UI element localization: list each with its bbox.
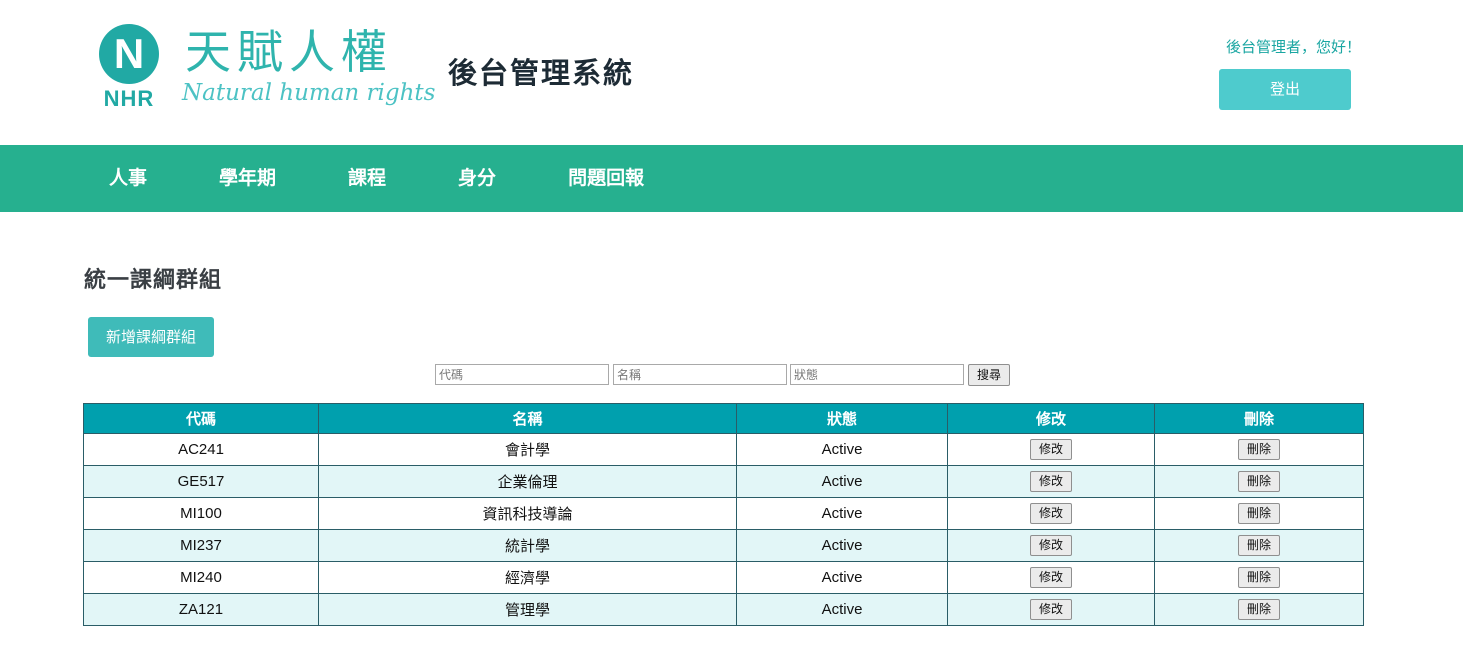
cell-name: 經濟學 [318,561,737,594]
logo-n-icon: N [99,24,159,84]
cell-code: ZA121 [83,593,319,626]
column-header-status[interactable]: 狀態 [736,403,948,434]
cell-name: 資訊科技導論 [318,497,737,530]
table-row: MI240 經濟學 Active 修改 刪除 [83,561,1364,594]
delete-button[interactable]: 刪除 [1238,439,1280,460]
cell-code: GE517 [83,465,319,498]
table-row: MI100 資訊科技導論 Active 修改 刪除 [83,497,1364,530]
page-title: 統一課綱群組 [84,268,223,293]
delete-button[interactable]: 刪除 [1238,599,1280,620]
header: N NHR 天賦人權 Natural human rights 後台管理系統 後… [0,0,1463,145]
delete-button[interactable]: 刪除 [1238,567,1280,588]
cell-code: AC241 [83,433,319,466]
cell-edit: 修改 [947,433,1155,466]
cell-name: 統計學 [318,529,737,562]
cell-delete: 刪除 [1154,593,1364,626]
nhr-logo[interactable]: N NHR [97,22,161,112]
cell-name: 會計學 [318,433,737,466]
column-header-edit: 修改 [947,403,1155,434]
cell-status: Active [736,593,948,626]
column-header-name[interactable]: 名稱 [318,403,737,434]
delete-button[interactable]: 刪除 [1238,471,1280,492]
logo-chinese-text: 天賦人權 [185,25,393,79]
cell-status: Active [736,465,948,498]
nav-item-issue-report[interactable]: 問題回報 [532,145,680,212]
cell-code: MI100 [83,497,319,530]
cell-edit: 修改 [947,465,1155,498]
status-search-input[interactable] [790,364,964,385]
delete-button[interactable]: 刪除 [1238,535,1280,556]
table-row: GE517 企業倫理 Active 修改 刪除 [83,465,1364,498]
cell-delete: 刪除 [1154,529,1364,562]
cell-status: Active [736,529,948,562]
cell-status: Active [736,561,948,594]
edit-button[interactable]: 修改 [1030,567,1072,588]
cell-name: 企業倫理 [318,465,737,498]
main-nav: 人事 學年期 課程 身分 問題回報 [0,145,1463,212]
system-title: 後台管理系統 [448,56,635,90]
user-greeting: 後台管理者，您好！ [1225,38,1361,56]
search-button[interactable]: 搜尋 [968,364,1010,386]
cell-delete: 刪除 [1154,497,1364,530]
edit-button[interactable]: 修改 [1030,503,1072,524]
edit-button[interactable]: 修改 [1030,599,1072,620]
nav-item-personnel[interactable]: 人事 [73,145,183,212]
cell-edit: 修改 [947,529,1155,562]
column-header-code[interactable]: 代碼 [83,403,319,434]
nav-item-identity[interactable]: 身分 [422,145,532,212]
name-search-input[interactable] [613,364,787,385]
cell-delete: 刪除 [1154,465,1364,498]
logo-abbr: NHR [103,86,155,111]
logo-english-text: Natural human rights [182,80,436,106]
cell-code: MI240 [83,561,319,594]
cell-delete: 刪除 [1154,433,1364,466]
edit-button[interactable]: 修改 [1030,471,1072,492]
table-row: AC241 會計學 Active 修改 刪除 [83,433,1364,466]
logout-button[interactable]: 登出 [1219,69,1351,110]
cell-status: Active [736,433,948,466]
table-row: MI237 統計學 Active 修改 刪除 [83,529,1364,562]
add-curriculum-group-button[interactable]: 新增課綱群組 [88,317,214,357]
cell-code: MI237 [83,529,319,562]
column-header-delete: 刪除 [1154,403,1364,434]
cell-edit: 修改 [947,497,1155,530]
table-header-row: 代碼 名稱 狀態 修改 刪除 [83,403,1364,434]
cell-delete: 刪除 [1154,561,1364,594]
nav-item-academic-term[interactable]: 學年期 [183,145,312,212]
curriculum-group-table: 代碼 名稱 狀態 修改 刪除 AC241 會計學 Active 修改 刪除 GE… [83,403,1364,626]
cell-name: 管理學 [318,593,737,626]
delete-button[interactable]: 刪除 [1238,503,1280,524]
cell-edit: 修改 [947,593,1155,626]
edit-button[interactable]: 修改 [1030,535,1072,556]
cell-status: Active [736,497,948,530]
edit-button[interactable]: 修改 [1030,439,1072,460]
cell-edit: 修改 [947,561,1155,594]
nav-item-courses[interactable]: 課程 [312,145,422,212]
code-search-input[interactable] [435,364,609,385]
table-row: ZA121 管理學 Active 修改 刪除 [83,593,1364,626]
